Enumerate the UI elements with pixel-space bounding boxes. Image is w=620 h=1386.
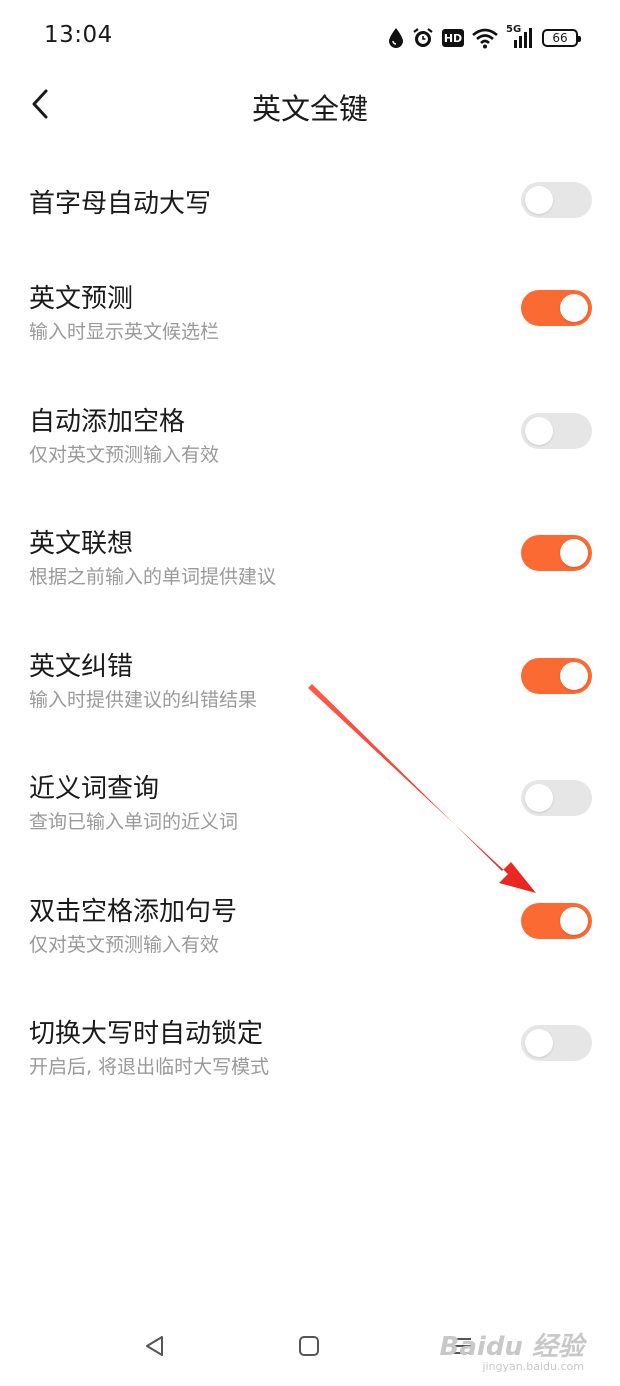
setting-subtitle: 仅对英文预测输入有效 [29,444,220,466]
toggle-switch[interactable] [521,535,592,571]
toggle-switch[interactable] [521,290,592,326]
setting-subtitle: 输入时提供建议的纠错结果 [29,689,258,711]
setting-title: 首字母自动大写 [29,189,212,219]
toggle-switch[interactable] [521,413,592,449]
nav-home-button[interactable] [287,1326,331,1370]
toggle-knob [560,662,588,690]
status-time: 13:04 [44,22,113,48]
setting-row-english-prediction: 英文预测 输入时显示英文候选栏 [0,262,620,372]
toggle-switch[interactable] [521,1025,592,1061]
system-nav-bar: Baidu 经验 jingyan.baidu.com [0,1310,620,1386]
setting-row-synonym-lookup: 近义词查询 查询已输入单词的近义词 [0,752,620,862]
toggle-knob [560,294,588,322]
setting-title: 切换大写时自动锁定 [29,1019,264,1049]
setting-row-english-correction: 英文纠错 输入时提供建议的纠错结果 [0,630,620,740]
setting-title: 英文预测 [29,284,134,314]
setting-row-caps-lock: 切换大写时自动锁定 开启后, 将退出临时大写模式 [0,997,620,1107]
page-title: 英文全键 [251,92,368,126]
toggle-switch[interactable] [521,658,592,694]
status-icons: HD 5G 66 [388,24,581,52]
home-square-icon [297,1334,321,1362]
toggle-knob [560,539,588,567]
toggle-switch[interactable] [521,903,592,939]
back-triangle-icon [143,1334,167,1362]
toggle-knob [525,1029,553,1057]
wifi-icon [472,27,498,49]
toggle-switch[interactable] [521,182,592,218]
toggle-switch[interactable] [521,780,592,816]
setting-title: 英文联想 [29,529,134,559]
nav-back-button[interactable] [133,1326,177,1370]
watermark-url: jingyan.baidu.com [482,1360,584,1373]
setting-row-auto-capitalize: 首字母自动大写 [0,140,620,250]
toggle-knob [525,784,553,812]
setting-title: 双击空格添加句号 [29,897,238,927]
setting-row-auto-space: 自动添加空格 仅对英文预测输入有效 [0,385,620,495]
alarm-icon [412,27,434,49]
watermark-logo: Baidu 经验 [439,1332,584,1362]
battery-icon: 66 [542,29,581,47]
setting-subtitle: 仅对英文预测输入有效 [29,934,220,956]
toggle-knob [560,907,588,935]
setting-title: 近义词查询 [29,774,160,804]
setting-row-english-association: 英文联想 根据之前输入的单词提供建议 [0,507,620,617]
setting-title: 英文纠错 [29,652,134,682]
setting-subtitle: 根据之前输入的单词提供建议 [29,566,277,588]
setting-subtitle: 开启后, 将退出临时大写模式 [29,1056,270,1078]
hd-icon: HD [442,29,464,47]
setting-row-double-space-period: 双击空格添加句号 仅对英文预测输入有效 [0,875,620,985]
status-bar: 13:04 HD 5G 66 [0,0,620,76]
water-drop-icon [388,27,404,49]
signal-5g-icon: 5G [506,24,534,50]
setting-subtitle: 查询已输入单词的近义词 [29,811,239,833]
setting-title: 自动添加空格 [29,407,186,437]
page-header: 英文全键 [0,76,620,136]
toggle-knob [525,186,553,214]
toggle-knob [525,417,553,445]
setting-subtitle: 输入时显示英文候选栏 [29,321,220,343]
